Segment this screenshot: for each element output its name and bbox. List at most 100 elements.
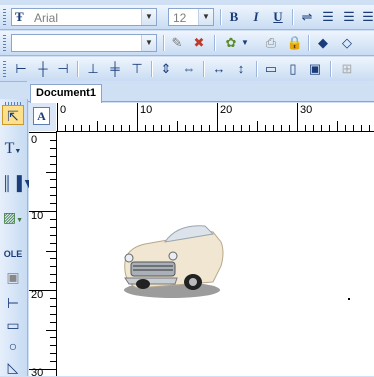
same-width-icon[interactable]: ▭ — [262, 60, 280, 78]
bold-button[interactable]: B — [225, 8, 243, 26]
toolbar-grip[interactable] — [3, 61, 6, 77]
space-vertical-icon[interactable]: ↕ — [232, 60, 250, 78]
ruler-tick — [233, 125, 234, 131]
rectangle-tool-icon[interactable]: ▭ — [2, 315, 24, 335]
ruler-tick — [50, 187, 56, 189]
center-vertical-icon[interactable]: ⇕ — [157, 60, 175, 78]
ruler-tick — [50, 203, 56, 205]
align-bottoms-icon[interactable]: ⊥ — [84, 60, 102, 78]
ruler-tick — [50, 274, 56, 276]
separator — [77, 61, 79, 77]
font-type-icon: Ŧ — [15, 9, 24, 24]
ruler-label: 30 — [300, 104, 313, 116]
ruler-tick — [129, 125, 130, 131]
align-lefts-icon[interactable]: ⊢ — [12, 60, 30, 78]
clear-format-icon[interactable]: ✖ — [190, 34, 208, 52]
same-size-icon[interactable]: ▣ — [306, 60, 324, 78]
ruler-tick — [50, 139, 56, 141]
same-height-icon[interactable]: ▯ — [284, 60, 302, 78]
ruler-tick — [46, 250, 56, 252]
ruler-tick — [161, 125, 162, 131]
ruler-tick — [257, 121, 258, 131]
polygon-tool-icon[interactable]: ◺ — [2, 357, 24, 377]
align-center-icon[interactable]: ☰ — [340, 8, 358, 26]
center-horizontal-icon[interactable]: ⇔ — [180, 60, 198, 78]
ruler-tick — [153, 125, 154, 131]
align-rights-icon[interactable]: ⊣ — [54, 60, 72, 78]
ruler-tick — [337, 121, 338, 131]
send-backward-icon[interactable]: ◇ — [338, 34, 356, 52]
vertical-ruler: 0 10 20 30 — [29, 131, 57, 376]
align-centers-icon[interactable]: ┼ — [34, 60, 52, 78]
chevron-down-icon[interactable]: ▼ — [141, 35, 156, 51]
ruler-tick — [50, 361, 56, 363]
ruler-tick — [50, 179, 56, 181]
frame-tool-icon[interactable]: ▣ — [2, 267, 24, 287]
chevron-down-icon[interactable]: ▼ — [198, 9, 213, 25]
ruler-tick — [50, 313, 56, 315]
select-pointer-icon[interactable]: ⇱ — [2, 105, 24, 125]
ruler-tick — [50, 242, 56, 244]
ruler-tick — [50, 258, 56, 260]
ruler-tick — [281, 125, 282, 131]
text-tool-button[interactable]: T▼ — [2, 139, 24, 159]
style-combo[interactable]: ▼ — [11, 34, 157, 52]
chevron-down-icon[interactable]: ▼ — [141, 9, 156, 25]
align-tops-icon[interactable]: ⊤ — [128, 60, 146, 78]
image-tool-icon[interactable]: ▨▼ — [2, 207, 24, 227]
ruler-tick — [177, 121, 178, 131]
ruler-tick — [46, 329, 56, 331]
format-painter-icon[interactable]: ✎ — [168, 34, 186, 52]
ruler-tick — [241, 125, 242, 131]
align-right-icon[interactable]: ☰ — [359, 8, 374, 26]
font-size-value: 12 — [173, 11, 187, 25]
ruler-tick — [273, 125, 274, 131]
format-toolbar: ▼ ✎ ✖ ✿ ▼ ⎙ 🔒 ◆ ◇ — [0, 31, 374, 56]
print-icon[interactable]: ⎙ — [262, 34, 280, 52]
ruler-tick — [65, 125, 66, 131]
ruler-tick — [345, 125, 346, 131]
palette-icon[interactable]: ✿ — [222, 34, 240, 52]
italic-button[interactable]: I — [247, 8, 265, 26]
space-horizontal-icon[interactable]: ↔ — [210, 60, 228, 78]
separator — [151, 61, 153, 77]
ruler-tick — [329, 125, 330, 131]
ruler-tick — [321, 125, 322, 131]
ruler-tick — [113, 125, 114, 131]
align-toolbar: ⊢ ┼ ⊣ ⊥ ╪ ⊤ ⇕ ⇔ ↔ ↕ ▭ ▯ ▣ ⊞ — [0, 57, 374, 82]
ruler-tick — [217, 103, 218, 131]
car-image[interactable] — [117, 222, 227, 302]
line-tool-icon[interactable]: ⊢ — [2, 293, 24, 313]
text-direction-icon[interactable]: ⇌ — [298, 8, 316, 26]
bring-forward-icon[interactable]: ◆ — [314, 34, 332, 52]
ruler-tick — [50, 305, 56, 307]
ruler-label: 20 — [220, 104, 233, 116]
tab-document1[interactable]: Document1 — [30, 84, 102, 103]
grid-icon[interactable]: ⊞ — [338, 60, 356, 78]
ruler-tick — [50, 282, 56, 284]
ruler-corner: A — [29, 103, 56, 131]
lock-icon[interactable]: 🔒 — [286, 34, 304, 52]
horizontal-ruler: 0 10 20 30 — [56, 103, 374, 132]
font-name-combo[interactable]: Ŧ Arial ▼ — [11, 8, 157, 26]
font-toolbar: Ŧ Arial ▼ 12 ▼ B I U ⇌ ☰ ☰ ☰ — [0, 5, 374, 30]
ruler-tick — [305, 125, 306, 131]
separator — [330, 61, 332, 77]
toolbar-grip[interactable] — [3, 9, 6, 25]
ruler-tick — [289, 125, 290, 131]
font-size-combo[interactable]: 12 ▼ — [168, 8, 214, 26]
label-canvas[interactable] — [57, 132, 374, 376]
ruler-tick — [29, 211, 56, 212]
ruler-tick — [121, 125, 122, 131]
barcode-tool-icon[interactable]: ║▐▼ — [2, 173, 36, 193]
font-a-icon[interactable]: A — [33, 107, 50, 125]
chevron-down-icon[interactable]: ▼ — [240, 34, 250, 52]
align-middles-icon[interactable]: ╪ — [106, 60, 124, 78]
underline-button[interactable]: U — [269, 8, 287, 26]
align-left-icon[interactable]: ☰ — [319, 8, 337, 26]
ole-tool-button[interactable]: OLE — [2, 244, 24, 264]
toolbar-grip[interactable] — [3, 35, 6, 51]
ellipse-tool-icon[interactable]: ○ — [2, 336, 24, 356]
ruler-tick — [50, 195, 56, 197]
chevron-down-icon: ▼ — [14, 147, 22, 155]
